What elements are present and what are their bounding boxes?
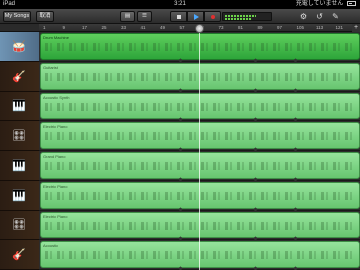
acoustic-guitar-icon: 🎸	[12, 249, 26, 262]
track-region[interactable]: Drum Machine	[40, 33, 360, 60]
synth-keys-icon: 🎛	[12, 219, 26, 232]
instrument-view-button[interactable]: ▤	[120, 11, 135, 22]
record-button[interactable]	[204, 11, 221, 22]
play-icon	[194, 14, 199, 20]
track-region[interactable]: Electric Piano	[40, 122, 360, 149]
section-marker	[178, 266, 183, 270]
undo-button[interactable]: 取消	[36, 11, 54, 22]
track-region[interactable]: Electric Piano	[40, 211, 360, 239]
ruler-tick-label: 1	[43, 25, 46, 30]
track-region[interactable]: Grand Piano	[40, 152, 360, 179]
grand-piano-icon: 🎹	[12, 159, 26, 172]
section-marker	[253, 266, 258, 270]
track-header[interactable]: 🥁	[0, 32, 39, 62]
track-header[interactable]: 🎹	[0, 92, 39, 122]
region-notes	[45, 251, 355, 260]
add-section-button[interactable]: +	[352, 24, 360, 32]
region-name: Electric Piano	[43, 213, 68, 219]
level-meter	[222, 12, 272, 21]
ruler-tick-label: 81	[238, 25, 244, 30]
level-meter-left	[225, 15, 256, 17]
drums-icon: 🥁	[12, 40, 26, 53]
battery-status: 充電していません	[296, 0, 356, 9]
track-region[interactable]: Acoustic Synth	[40, 92, 360, 120]
track-header-column: 🥁 🎸 🎹 🎛 🎹 🎹 🎛 🎸	[0, 32, 39, 270]
tracks-view-icon: ☰	[142, 13, 147, 19]
loop-icon[interactable]: ↺	[314, 11, 325, 22]
playhead-handle[interactable]	[195, 24, 204, 33]
track-region[interactable]: Electric Piano	[40, 181, 360, 209]
ruler-tick-label: 41	[140, 25, 146, 30]
region-notes	[45, 72, 355, 81]
my-songs-button[interactable]: My Songs	[3, 11, 31, 22]
battery-icon	[347, 0, 356, 6]
region-name: Guitarist	[43, 64, 58, 70]
synth-icon: 🎛	[12, 130, 26, 143]
region-notes	[45, 43, 355, 51]
ruler-tick-label: 97	[277, 25, 283, 30]
region-notes	[45, 132, 355, 141]
instrument-view-icon: ▤	[124, 13, 131, 19]
track-region[interactable]: Guitarist	[40, 62, 360, 90]
track-header[interactable]: 🎹	[0, 181, 39, 211]
ruler-tick-label: 89	[257, 25, 263, 30]
ruler-corner	[0, 24, 39, 32]
settings-icon[interactable]: ⚙	[298, 11, 309, 22]
track-header[interactable]: 🎛	[0, 211, 39, 241]
ruler-tick-label: 49	[160, 25, 166, 30]
region-name: Drum Machine	[43, 35, 70, 40]
region-notes	[45, 162, 355, 170]
charging-text: 充電していません	[295, 1, 344, 7]
ruler-tick-label: 33	[121, 25, 127, 30]
level-meter-right	[225, 18, 252, 20]
track-header[interactable]: 🎸	[0, 62, 39, 92]
track-header[interactable]: 🎸	[0, 240, 39, 270]
ruler-tick-label: 9	[62, 25, 66, 30]
stop-button[interactable]	[170, 11, 187, 22]
region-notes	[45, 102, 355, 111]
tracks-view-button[interactable]: ☰	[137, 11, 152, 22]
section-marker	[293, 266, 298, 270]
play-button[interactable]	[187, 11, 204, 22]
status-bar: iPad 3:21 充電していません	[0, 0, 360, 9]
ruler-tick-label: 57	[179, 25, 185, 30]
region-name: Grand Piano	[43, 154, 66, 159]
region-notes	[45, 221, 355, 230]
region-name: Electric Piano	[43, 183, 68, 189]
ruler-tick-label: 17	[82, 25, 88, 30]
region-name: Acoustic Synth	[43, 94, 70, 100]
track-header[interactable]: 🎛	[0, 121, 39, 151]
track-header[interactable]: 🎹	[0, 151, 39, 181]
ruler-tick-label: 73	[218, 25, 224, 30]
toolbar: My Songs 取消 ▤ ☰ ⚙ ↺ ✎	[0, 9, 360, 24]
organ-icon: 🎹	[12, 189, 26, 202]
keyboard-icon: 🎹	[12, 100, 26, 113]
guitar-icon: 🎸	[12, 70, 26, 83]
record-icon	[211, 15, 215, 19]
region-name: Electric Piano	[43, 124, 68, 130]
playhead-line	[199, 24, 200, 270]
ruler-tick-label: 113	[316, 25, 324, 30]
stop-icon	[177, 15, 181, 19]
ruler-tick-label: 121	[335, 25, 344, 30]
wrench-icon[interactable]: ✎	[330, 11, 341, 22]
region-notes	[45, 191, 355, 200]
track-region[interactable]: Acoustic	[40, 241, 360, 268]
ruler-tick-label: 105	[296, 25, 305, 30]
ruler-tick-label: 25	[101, 25, 107, 30]
region-name: Acoustic	[43, 243, 59, 249]
